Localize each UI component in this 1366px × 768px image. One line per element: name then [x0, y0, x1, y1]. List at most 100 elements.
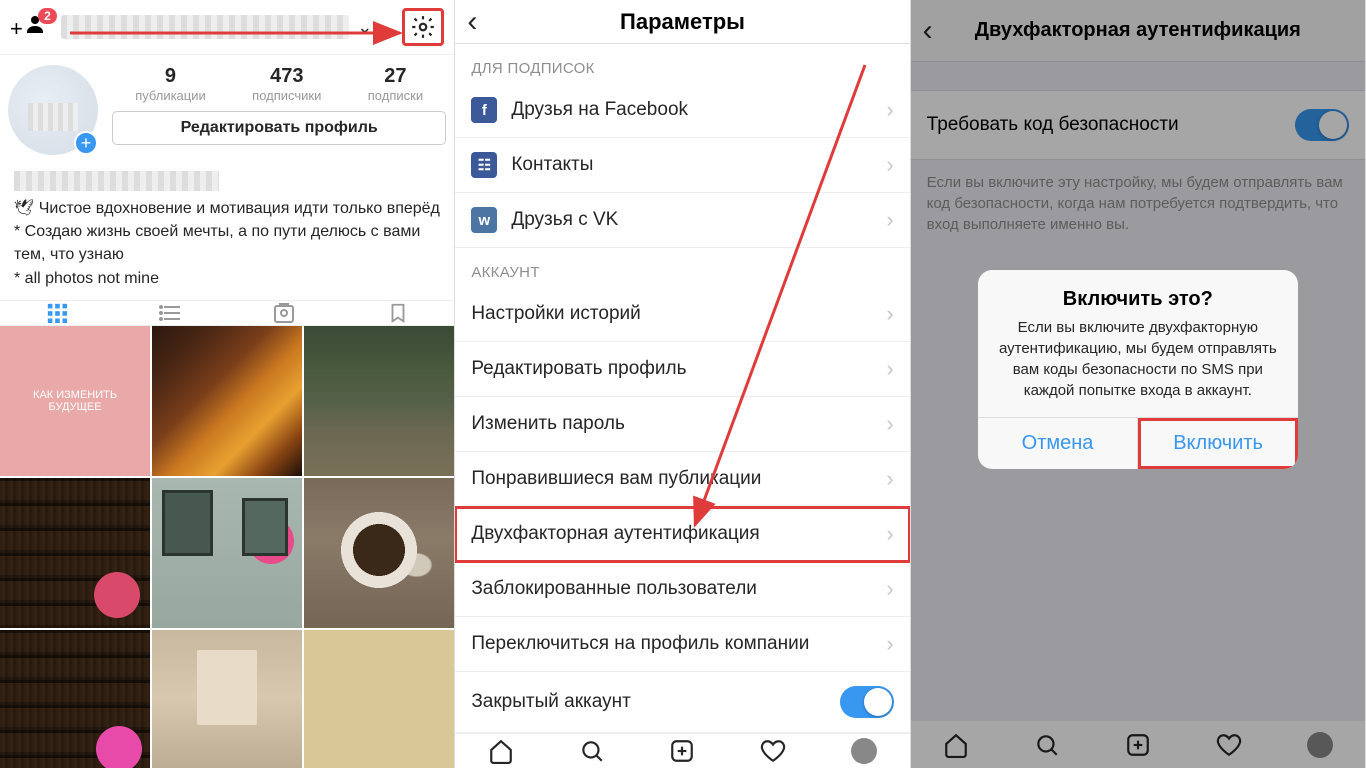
row-contacts[interactable]: ☷ Контакты ›	[455, 138, 909, 193]
vk-icon: w	[471, 207, 497, 233]
alert-enable-button[interactable]: Включить	[1138, 418, 1298, 469]
private-account-toggle[interactable]	[840, 686, 894, 718]
stat-posts[interactable]: 9 публикации	[135, 65, 206, 103]
profile-panel: + 2 ⌄ + 9 публикации 473 подписчики	[0, 0, 455, 768]
tab-grid[interactable]	[0, 301, 114, 325]
facebook-icon: f	[471, 97, 497, 123]
chevron-right-icon: ›	[886, 97, 893, 123]
display-name-censored	[14, 171, 219, 191]
grid-cell[interactable]	[152, 326, 302, 476]
home-icon	[488, 738, 514, 764]
row-label: Закрытый аккаунт	[471, 691, 631, 713]
enable-2fa-alert: Включить это? Если вы включите двухфакто…	[978, 270, 1298, 469]
add-friend-button[interactable]: + 2	[10, 12, 47, 42]
grid-cell[interactable]: КАК ИЗМЕНИТЬ БУДУЩЕЕ	[0, 326, 150, 476]
stat-followers-count: 473	[252, 65, 321, 88]
row-vk-friends[interactable]: w Друзья с VK ›	[455, 193, 909, 248]
notification-badge: 2	[38, 8, 57, 24]
row-private-account[interactable]: Закрытый аккаунт	[455, 672, 909, 733]
chevron-right-icon: ›	[886, 576, 893, 602]
settings-panel: ‹ Параметры ДЛЯ ПОДПИСОК f Друзья на Fac…	[455, 0, 910, 768]
tab-tagged[interactable]	[227, 301, 341, 325]
add-post-icon	[669, 738, 695, 764]
alert-body: Если вы включите двухфакторную аутентифи…	[978, 317, 1298, 417]
grid-cell[interactable]	[0, 630, 150, 768]
row-label: Контакты	[511, 154, 593, 176]
chevron-right-icon: ›	[886, 521, 893, 547]
grid-cell[interactable]	[304, 478, 454, 628]
modal-overlay: Включить это? Если вы включите двухфакто…	[911, 0, 1365, 768]
settings-highlight	[402, 8, 444, 46]
section-account: АККАУНТ	[455, 248, 909, 287]
bio-line-2: * Создаю жизнь своей мечты, а по пути де…	[14, 223, 420, 263]
profile-stats-row: + 9 публикации 473 подписчики 27 подписк…	[0, 55, 454, 161]
chevron-right-icon: ›	[886, 466, 893, 492]
chevron-right-icon: ›	[886, 631, 893, 657]
stat-followers[interactable]: 473 подписчики	[252, 65, 321, 103]
chevron-right-icon: ›	[886, 152, 893, 178]
alert-title: Включить это?	[978, 270, 1298, 317]
bio-line-3: * all photos not mine	[14, 270, 159, 287]
stat-followers-label: подписчики	[252, 88, 321, 103]
grid-cell[interactable]	[304, 326, 454, 476]
row-change-password[interactable]: Изменить пароль ›	[455, 397, 909, 452]
row-label: Заблокированные пользователи	[471, 578, 757, 600]
row-label: Друзья на Facebook	[511, 99, 688, 121]
grid-cell[interactable]	[304, 630, 454, 768]
gear-icon	[410, 14, 436, 40]
nav-home[interactable]	[455, 734, 546, 768]
row-label: Редактировать профиль	[471, 358, 686, 380]
alert-cancel-button[interactable]: Отмена	[978, 418, 1139, 469]
row-label: Переключиться на профиль компании	[471, 633, 809, 655]
row-edit-profile[interactable]: Редактировать профиль ›	[455, 342, 909, 397]
grid-cell[interactable]	[152, 478, 302, 628]
tagged-icon	[272, 301, 296, 325]
row-facebook-friends[interactable]: f Друзья на Facebook ›	[455, 83, 909, 138]
row-liked-posts[interactable]: Понравившиеся вам публикации ›	[455, 452, 909, 507]
settings-header: ‹ Параметры	[455, 0, 909, 44]
tab-saved[interactable]	[341, 301, 455, 325]
stat-following[interactable]: 27 подписки	[368, 65, 423, 103]
row-switch-business[interactable]: Переключиться на профиль компании ›	[455, 617, 909, 672]
row-two-factor-auth[interactable]: Двухфакторная аутентификация ›	[455, 507, 909, 562]
chevron-right-icon: ›	[886, 301, 893, 327]
nav-add[interactable]	[637, 734, 728, 768]
contacts-icon: ☷	[471, 152, 497, 178]
nav-search[interactable]	[546, 734, 637, 768]
chevron-down-icon[interactable]: ⌄	[357, 17, 372, 38]
avatar[interactable]: +	[8, 65, 98, 155]
settings-title: Параметры	[620, 9, 745, 35]
row-label: Друзья с VK	[511, 209, 618, 231]
bookmark-icon	[387, 302, 409, 324]
bio: 🕊 Чистое вдохновение и мотивация идти то…	[0, 161, 454, 300]
row-label: Настройки историй	[471, 303, 640, 325]
add-story-button[interactable]: +	[74, 131, 98, 155]
chevron-right-icon: ›	[886, 356, 893, 382]
search-icon	[579, 738, 605, 764]
row-label: Изменить пароль	[471, 413, 625, 435]
row-story-settings[interactable]: Настройки историй ›	[455, 287, 909, 342]
profile-header: + 2 ⌄	[0, 0, 454, 55]
grid-cell[interactable]	[152, 630, 302, 768]
row-blocked-users[interactable]: Заблокированные пользователи ›	[455, 562, 909, 617]
username-censored[interactable]	[61, 15, 349, 39]
row-label: Двухфакторная аутентификация	[471, 523, 759, 545]
bio-line-1: 🕊 Чистое вдохновение и мотивация идти то…	[14, 200, 440, 217]
back-button[interactable]: ‹	[467, 5, 477, 39]
chevron-right-icon: ›	[886, 207, 893, 233]
sticker-icon	[94, 572, 140, 618]
tab-list[interactable]	[114, 301, 228, 325]
nav-activity[interactable]	[728, 734, 819, 768]
photo-grid: КАК ИЗМЕНИТЬ БУДУЩЕЕ	[0, 326, 454, 768]
sticker-icon	[96, 726, 142, 768]
stat-posts-label: публикации	[135, 88, 206, 103]
two-factor-panel: ‹ Двухфакторная аутентификация Требовать…	[911, 0, 1366, 768]
stat-following-count: 27	[368, 65, 423, 88]
grid-pink-text: КАК ИЗМЕНИТЬ БУДУЩЕЕ	[6, 389, 144, 413]
edit-profile-button[interactable]: Редактировать профиль	[112, 111, 446, 145]
settings-button[interactable]	[409, 13, 437, 41]
nav-profile[interactable]	[819, 734, 910, 768]
grid-cell[interactable]	[0, 478, 150, 628]
profile-avatar-icon	[851, 738, 877, 764]
chevron-right-icon: ›	[886, 411, 893, 437]
